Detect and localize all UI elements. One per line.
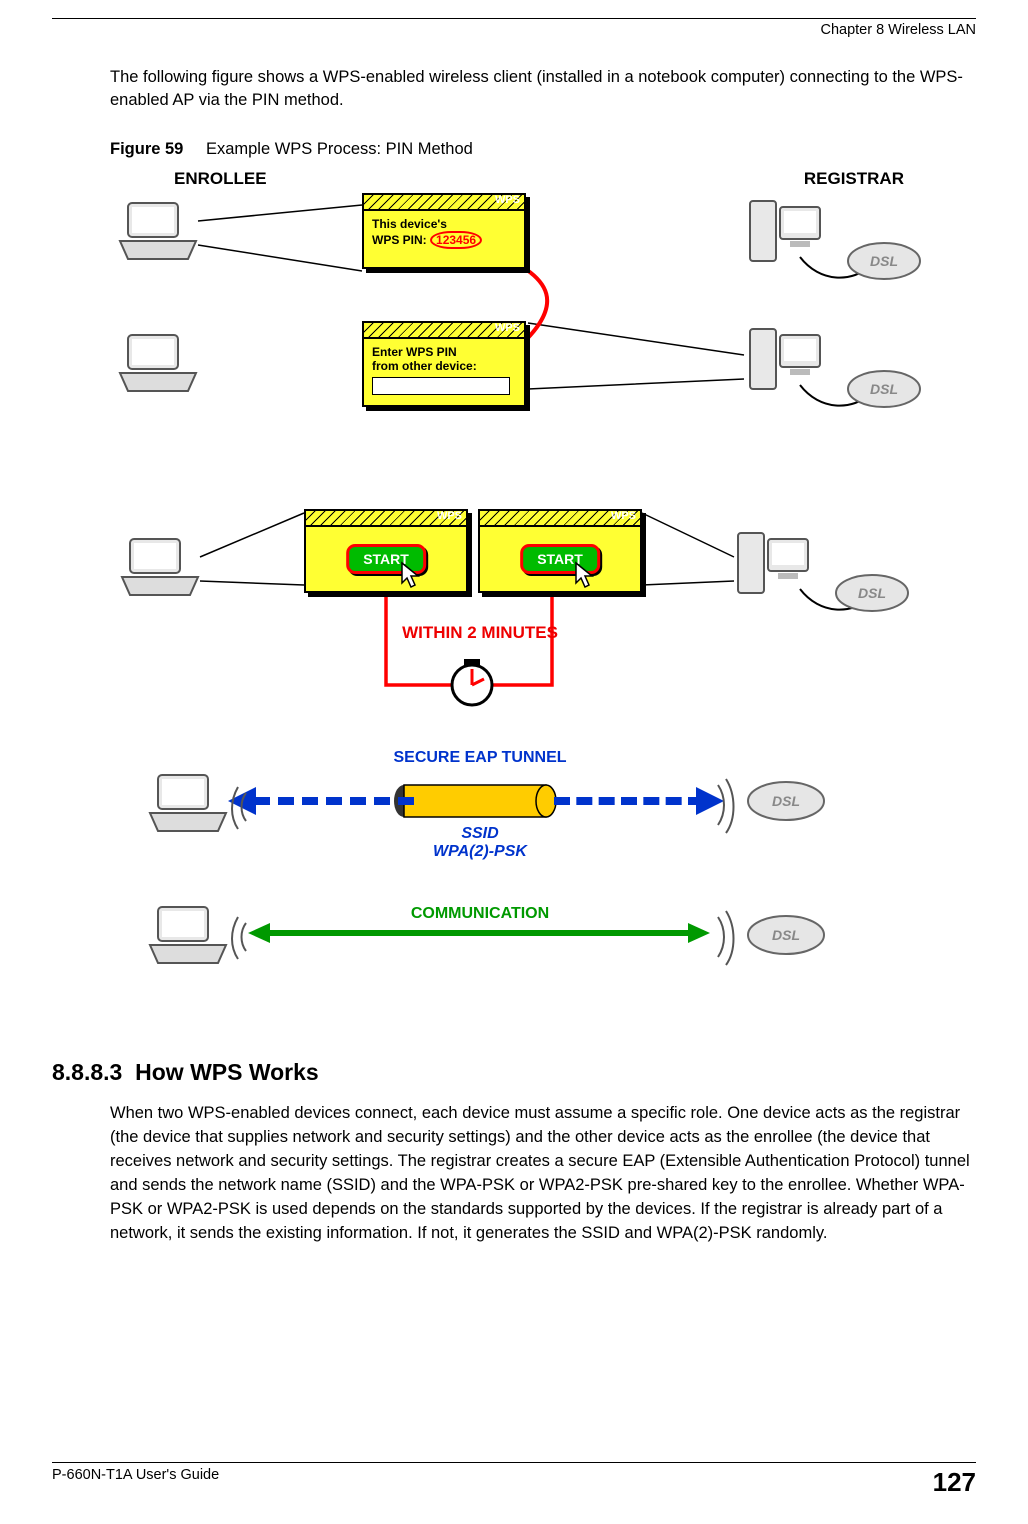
registrar-label: REGISTRAR: [804, 169, 904, 189]
wps-titlebar: WPS: [480, 511, 640, 527]
page-footer: P-660N-T1A User's Guide 127: [52, 1462, 976, 1498]
blue-dashed-arrow: [554, 797, 704, 805]
wps-tag: WPS: [495, 194, 520, 206]
wps-titlebar: WPS: [364, 195, 524, 211]
section-number: 8.8.8.3: [52, 1059, 122, 1085]
enrollee-label: ENROLLEE: [174, 169, 267, 189]
footer-guide-name: P-660N-T1A User's Guide: [52, 1467, 219, 1498]
enter-line1: Enter WPS PIN: [372, 345, 516, 359]
figure-title: Example WPS Process: PIN Method: [206, 140, 473, 158]
chapter-header: Chapter 8 Wireless LAN: [820, 22, 976, 38]
pin-value: 123456: [430, 231, 482, 249]
registrar-devices: DSL: [732, 525, 912, 611]
svg-text:DSL: DSL: [858, 585, 886, 601]
section-paragraph: When two WPS-enabled devices connect, ea…: [110, 1102, 976, 1246]
wps-window-pin: WPS This device's WPS PIN: 123456: [362, 193, 526, 269]
registrar-devices: DSL: [744, 193, 924, 279]
laptop-icon: [116, 201, 200, 263]
laptop-icon: [146, 905, 230, 967]
svg-text:DSL: DSL: [772, 927, 800, 943]
pin-line2: WPS PIN: 123456: [372, 231, 516, 249]
wps-tag: WPS: [611, 510, 636, 522]
cursor-icon: [574, 561, 596, 589]
enter-line2: from other device:: [372, 359, 516, 373]
wps-tag: WPS: [495, 322, 520, 334]
figure-caption: Figure 59 Example WPS Process: PIN Metho…: [110, 140, 976, 159]
section-title: How WPS Works: [135, 1059, 319, 1085]
dsl-router-icon: DSL: [744, 775, 834, 827]
within-2-minutes-label: WITHIN 2 MINUTES: [380, 623, 580, 643]
svg-text:DSL: DSL: [870, 253, 898, 269]
footer-page-number: 127: [933, 1467, 976, 1498]
wps-window-start-enrollee: WPS START: [304, 509, 468, 593]
wps-titlebar: WPS: [364, 323, 524, 339]
pin-line1: This device's: [372, 217, 516, 231]
wps-titlebar: WPS: [306, 511, 466, 527]
svg-text:DSL: DSL: [870, 381, 898, 397]
laptop-icon: [146, 773, 230, 835]
registrar-devices: DSL: [744, 321, 924, 407]
svg-text:DSL: DSL: [772, 793, 800, 809]
blue-dashed-arrow: [254, 797, 414, 805]
pin-input-field[interactable]: [372, 377, 510, 395]
figure-wps-pin-method: ENROLLEE REGISTRAR: [104, 165, 924, 1035]
wps-window-start-registrar: WPS START: [478, 509, 642, 593]
secure-eap-tunnel-label: SECURE EAP TUNNEL: [330, 749, 630, 767]
figure-number: Figure 59: [110, 140, 183, 158]
laptop-icon: [116, 333, 200, 395]
communication-label: COMMUNICATION: [330, 905, 630, 923]
wps-window-enter-pin: WPS Enter WPS PIN from other device:: [362, 321, 526, 407]
ssid-label: SSID: [330, 825, 630, 843]
wpa-label: WPA(2)-PSK: [330, 843, 630, 861]
cursor-icon: [400, 561, 422, 589]
intro-paragraph: The following figure shows a WPS-enabled…: [110, 66, 974, 112]
wps-tag: WPS: [437, 510, 462, 522]
pin-prefix: WPS PIN:: [372, 233, 430, 247]
dsl-router-icon: DSL: [744, 909, 834, 961]
page-content: The following figure shows a WPS-enabled…: [52, 10, 976, 1246]
laptop-icon: [118, 537, 202, 599]
header-rule: [52, 18, 976, 19]
section-heading: 8.8.8.3 How WPS Works: [52, 1059, 976, 1086]
